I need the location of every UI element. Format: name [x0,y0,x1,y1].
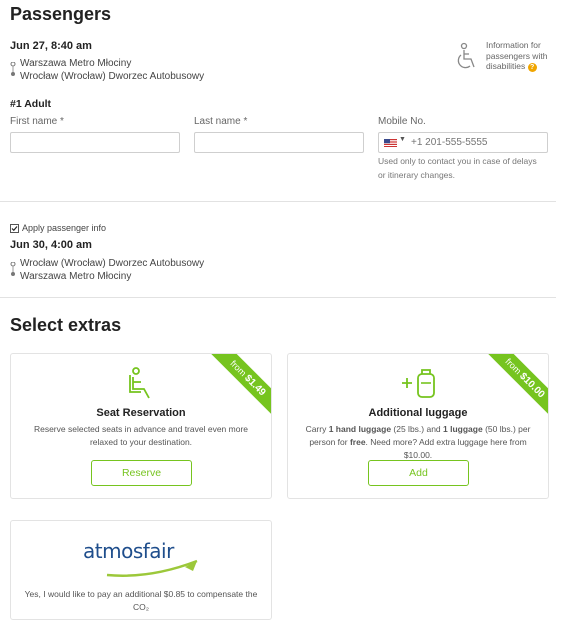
desc-text: . Need more? Add extra luggage here from… [365,437,527,460]
desc-hand-luggage: 1 hand luggage [328,424,392,434]
luggage-icon [402,369,435,398]
desc-text: (25 lbs.) and [391,424,444,434]
last-name-label: Last name * [194,116,248,127]
us-flag-icon [384,139,397,147]
last-name-input[interactable] [194,132,364,153]
seat-reservation-card: from $1.49 Seat Reservation Reserve sele… [10,353,272,499]
desc-free: free [349,437,366,447]
add-luggage-button[interactable]: Add [368,460,469,486]
first-name-label: First name * [10,116,64,127]
section-divider [0,201,556,202]
extras-heading: Select extras [10,315,122,335]
mobile-field: ▼ [378,132,548,153]
ribbon-prefix: from [503,356,524,377]
outbound-route: Warszawa Metro Młociny Wrocław (Wrocław)… [10,57,204,83]
return-from: Wrocław (Wrocław) Dworzec Autobusowy [20,258,205,269]
ribbon-price: $10.00 [517,370,547,401]
additional-luggage-title: Additional luggage [368,407,468,419]
reserve-button[interactable]: Reserve [91,460,192,486]
passengers-heading: Passengers [10,4,112,24]
mobile-input[interactable] [409,135,545,150]
outbound-datetime: Jun 27, 8:40 am [10,40,92,52]
atmosfair-logo: atmosfair [83,539,203,579]
desc-luggage: 1 luggage [443,424,483,434]
return-to: Warszawa Metro Młociny [20,271,132,282]
atmosfair-desc: Yes, I would like to pay an additional $… [24,589,258,612]
adult-label: #1 Adult [10,98,52,110]
chevron-down-icon: ▼ [399,136,406,143]
disabilities-info-link[interactable]: Information for passengers with disabili… [454,40,564,76]
mobile-note: Used only to contact you in case of dela… [378,156,537,180]
mobile-label: Mobile No. [378,116,426,127]
additional-luggage-desc: Carry 1 hand luggage (25 lbs.) and 1 lug… [288,423,548,462]
help-icon: ? [527,63,537,72]
return-route: Wrocław (Wrocław) Dworzec Autobusowy War… [10,257,204,283]
ribbon-price: $1.49 [242,372,268,399]
disabilities-text: Information for passengers with disabili… [486,40,548,71]
seat-reservation-desc: Reserve selected seats in advance and tr… [33,424,249,447]
seat-reservation-title: Seat Reservation [96,407,186,419]
outbound-from: Warszawa Metro Młociny [20,58,132,69]
first-name-input[interactable] [10,132,180,153]
atmosfair-card: atmosfair Yes, I would like to pay an ad… [10,520,272,620]
checkbox-checked-icon [10,224,19,233]
section-divider [0,297,556,298]
route-line-icon [10,262,16,276]
outbound-to: Wrocław (Wrocław) Dworzec Autobusowy [20,71,205,82]
route-line-icon [10,62,16,76]
apply-passenger-info-label: Apply passenger info [22,223,107,233]
desc-text: Carry [305,424,329,434]
return-datetime: Jun 30, 4:00 am [10,239,92,251]
seat-icon [129,367,150,399]
wheelchair-icon [457,42,475,69]
additional-luggage-card: from $10.00 Additional luggage Carry 1 h… [287,353,549,499]
country-code-select[interactable]: ▼ [384,136,406,148]
ribbon-prefix: from [228,358,249,379]
swoosh-icon [106,559,198,577]
